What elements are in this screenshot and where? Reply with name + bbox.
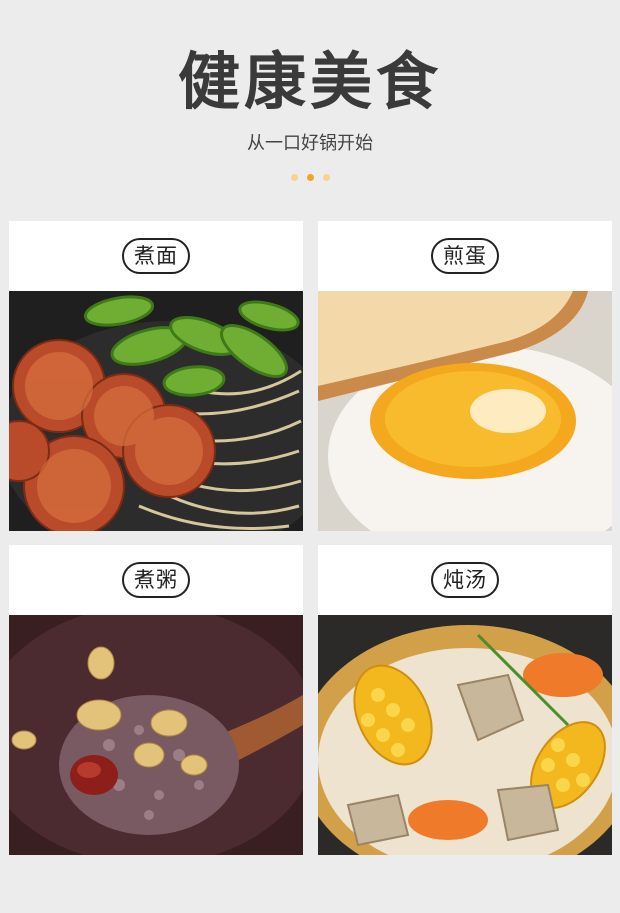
card-noodles[interactable]: 煮面 [9,221,303,531]
card-label: 煮粥 [122,562,190,598]
fried-egg-photo [318,291,612,531]
page-title: 健康美食 [177,45,442,118]
soup-photo [318,615,612,855]
card-fried-egg[interactable]: 煎蛋 [318,221,612,531]
card-label: 炖汤 [431,562,499,598]
card-soup[interactable]: 炖汤 [318,545,612,855]
porridge-photo [9,615,303,855]
carousel-dot-2[interactable] [306,174,314,181]
card-label: 煮面 [122,238,190,274]
noodles-photo [9,291,303,531]
page-subtitle: 从一口好锅开始 [247,133,373,154]
carousel-dot-3[interactable] [322,174,330,181]
card-porridge[interactable]: 煮粥 [9,545,303,855]
carousel-indicator [0,174,620,181]
carousel-dot-1[interactable] [290,174,298,181]
card-label: 煎蛋 [431,238,499,274]
